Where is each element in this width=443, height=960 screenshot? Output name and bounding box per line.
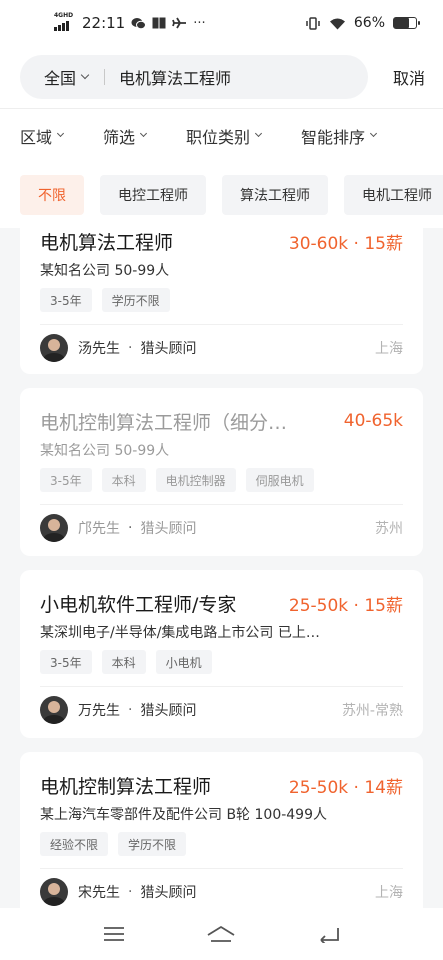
- tag: 学历不限: [101, 288, 170, 312]
- status-right: 66%: [305, 15, 420, 31]
- job-location: 苏州-常熟: [341, 702, 403, 719]
- job-card[interactable]: 电机算法工程师 30-60k · 15薪 某知名公司 50-99人 3-5年 学…: [20, 228, 423, 374]
- tag: 3-5年: [40, 288, 92, 312]
- filter-bar: 区域 筛选 职位类别 智能排序: [0, 108, 443, 162]
- search-bar: 全国 电机算法工程师 取消: [0, 46, 443, 108]
- tag-list: 3-5年 本科 小电机: [40, 650, 403, 674]
- region-selector[interactable]: 全国: [44, 65, 90, 89]
- signal-icon: 4GHD: [54, 12, 76, 31]
- recruiter-row: 宋先生 · 猎头顾问 上海: [40, 868, 403, 908]
- recruiter-role: 猎头顾问: [140, 340, 197, 357]
- vibrate-icon: [306, 16, 320, 30]
- job-list: 电机算法工程师 30-60k · 15薪 某知名公司 50-99人 3-5年 学…: [20, 228, 423, 908]
- tag: 小电机: [155, 650, 212, 674]
- filter-sort[interactable]: 智能排序: [301, 124, 378, 148]
- company-info: 某上海汽车零部件及配件公司 B轮 100-499人: [40, 807, 327, 823]
- airplane-icon: [172, 17, 187, 29]
- company-info: 某深圳电子/半导体/集成电路上市公司 已上…: [40, 625, 320, 641]
- search-input[interactable]: 电机算法工程师: [119, 65, 231, 89]
- job-salary: 30-60k · 15薪: [288, 233, 403, 254]
- chevron-down-icon: [56, 129, 65, 138]
- filter-area[interactable]: 区域: [20, 124, 65, 148]
- tag: 经验不限: [40, 832, 109, 856]
- job-card[interactable]: 电机控制算法工程师（细分… 40-65k 某知名公司 50-99人 3-5年 本…: [20, 388, 423, 556]
- job-title: 小电机软件工程师/专家: [40, 593, 237, 616]
- recruiter-row: 万先生 · 猎头顾问 苏州-常熟: [40, 686, 403, 732]
- menu-icon: [103, 927, 124, 941]
- region-label: 全国: [44, 69, 77, 88]
- status-left: 4GHD 22:11 ···: [54, 12, 206, 32]
- battery-icon: [393, 17, 420, 29]
- job-title: 电机控制算法工程师（细分…: [40, 411, 288, 434]
- chip-motor-engineer[interactable]: 电机工程师: [344, 175, 443, 215]
- job-card[interactable]: 小电机软件工程师/专家 25-50k · 15薪 某深圳电子/半导体/集成电路上…: [20, 570, 423, 738]
- tag: 学历不限: [118, 832, 187, 856]
- avatar: [40, 877, 68, 906]
- job-location: 上海: [375, 340, 403, 357]
- recruiter-role: 猎头顾问: [140, 702, 197, 719]
- filter-job-category[interactable]: 职位类别: [186, 124, 263, 148]
- tag: 3-5年: [40, 650, 92, 674]
- filter-screen[interactable]: 筛选: [103, 124, 148, 148]
- job-salary: 25-50k · 15薪: [288, 595, 403, 616]
- job-card[interactable]: 电机控制算法工程师 25-50k · 14薪 某上海汽车零部件及配件公司 B轮 …: [20, 752, 423, 908]
- clock: 22:11: [82, 14, 126, 32]
- menu-button[interactable]: [94, 914, 134, 954]
- status-bar: 4GHD 22:11 ··· 66%: [0, 0, 443, 46]
- back-button[interactable]: [309, 914, 349, 954]
- tag: 3-5年: [40, 468, 92, 492]
- company-info: 某知名公司 50-99人: [40, 263, 170, 279]
- job-salary: 40-65k: [343, 411, 403, 431]
- back-icon: [320, 928, 340, 943]
- recruiter-name: 邝先生: [78, 520, 120, 537]
- home-button[interactable]: [201, 914, 241, 954]
- home-icon: [208, 926, 235, 942]
- job-location: 苏州: [375, 520, 403, 537]
- network-label: 4GHD: [54, 12, 74, 19]
- avatar: [40, 513, 68, 542]
- keyword-chips: 不限 电控工程师 算法工程师 电机工程师: [0, 162, 443, 228]
- job-salary: 25-50k · 14薪: [288, 777, 403, 798]
- chevron-down-icon: [370, 129, 378, 138]
- recruiter-name: 万先生: [78, 702, 120, 719]
- chevron-down-icon: [80, 70, 90, 80]
- system-nav-bar: [0, 908, 443, 960]
- tag-list: 3-5年 学历不限: [40, 288, 403, 312]
- cancel-button[interactable]: 取消: [393, 65, 425, 89]
- recruiter-role: 猎头顾问: [140, 884, 197, 901]
- recruiter-row: 邝先生 · 猎头顾问 苏州: [40, 504, 403, 550]
- avatar: [40, 695, 68, 724]
- chevron-down-icon: [255, 129, 263, 138]
- recruiter-name: 汤先生: [78, 340, 120, 357]
- search-box[interactable]: 全国 电机算法工程师: [20, 55, 368, 99]
- job-title: 电机控制算法工程师: [40, 775, 212, 798]
- recruiter-role: 猎头顾问: [140, 520, 197, 537]
- search-divider: [104, 69, 106, 85]
- battery-level: [394, 18, 409, 28]
- chip-unlimited[interactable]: 不限: [20, 175, 84, 215]
- chevron-down-icon: [139, 129, 148, 138]
- tag: 本科: [101, 468, 146, 492]
- book-icon: [152, 17, 166, 29]
- battery-percent: 66%: [353, 15, 385, 31]
- more-dots-icon: ···: [193, 15, 206, 31]
- tag: 电机控制器: [155, 468, 236, 492]
- job-location: 上海: [375, 884, 403, 901]
- recruiter-row: 汤先生 · 猎头顾问 上海: [40, 324, 403, 370]
- job-title: 电机算法工程师: [40, 231, 174, 254]
- tag-list: 3-5年 本科 电机控制器 伺服电机: [40, 468, 403, 492]
- company-info: 某知名公司 50-99人: [40, 443, 170, 459]
- chip-motor-control-engineer[interactable]: 电控工程师: [100, 175, 206, 215]
- avatar: [40, 333, 68, 362]
- tag: 伺服电机: [245, 468, 314, 492]
- wechat-icon: [131, 17, 147, 29]
- tag: 本科: [101, 650, 146, 674]
- chip-algorithm-engineer[interactable]: 算法工程师: [222, 175, 328, 215]
- tag-list: 经验不限 学历不限: [40, 832, 403, 856]
- recruiter-name: 宋先生: [78, 884, 120, 901]
- wifi-icon: [329, 18, 345, 29]
